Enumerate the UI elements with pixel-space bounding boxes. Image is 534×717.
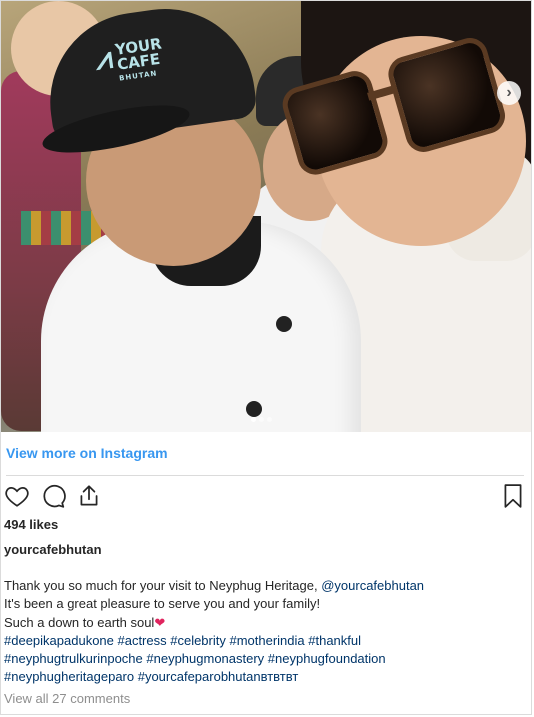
hashtag-line[interactable]: #neyphugtrulkurinpoche #neyphugmonastery… xyxy=(4,650,524,668)
caption-line: Such a down to earth soul❤ xyxy=(4,614,524,632)
post-photo[interactable]: ⩘ YOUR CAFE BHUTAN › xyxy=(1,1,531,432)
divider xyxy=(6,475,524,476)
action-bar xyxy=(4,483,526,511)
caption-text: Thank you so much for your visit to Neyp… xyxy=(4,578,322,593)
heart-emoji-icon: ❤ xyxy=(154,614,166,630)
hashtag-line[interactable]: #neyphugheritageparo #yourcafeparobhutan… xyxy=(4,668,524,686)
carousel-dot xyxy=(267,417,272,422)
caption-line: It's been a great pleasure to serve you … xyxy=(4,596,321,612)
heart-icon[interactable] xyxy=(4,483,30,509)
carousel-next-button[interactable]: › xyxy=(497,81,521,105)
carousel-dots xyxy=(251,409,275,427)
cafe-logo-icon: ⩘ xyxy=(93,40,115,78)
view-more-on-instagram-link[interactable]: View more on Instagram xyxy=(6,445,168,461)
username-link[interactable]: yourcafebhutan xyxy=(4,542,102,557)
bookmark-icon[interactable] xyxy=(500,483,526,509)
chevron-right-icon: › xyxy=(506,84,512,101)
like-count[interactable]: 494 likes xyxy=(4,517,58,532)
caption-line: Thank you so much for your visit to Neyp… xyxy=(4,577,524,595)
share-icon[interactable] xyxy=(76,483,102,509)
sunglasses-right-lens xyxy=(384,33,510,157)
instagram-embed-card: ⩘ YOUR CAFE BHUTAN › View more on Instag… xyxy=(0,0,532,715)
hashtag-line[interactable]: #deepikapadukone #actress #celebrity #mo… xyxy=(4,632,524,650)
caption-text: Such a down to earth soul xyxy=(4,614,155,630)
view-all-comments-link[interactable]: View all 27 comments xyxy=(4,691,130,706)
chef-button xyxy=(276,316,292,332)
carousel-dot-active xyxy=(251,417,256,422)
comment-icon[interactable] xyxy=(40,483,66,509)
carousel-dot xyxy=(259,417,264,422)
mention-link[interactable]: @yourcafebhutan xyxy=(321,578,424,593)
post-caption: Thank you so much for your visit to Neyp… xyxy=(4,577,524,687)
